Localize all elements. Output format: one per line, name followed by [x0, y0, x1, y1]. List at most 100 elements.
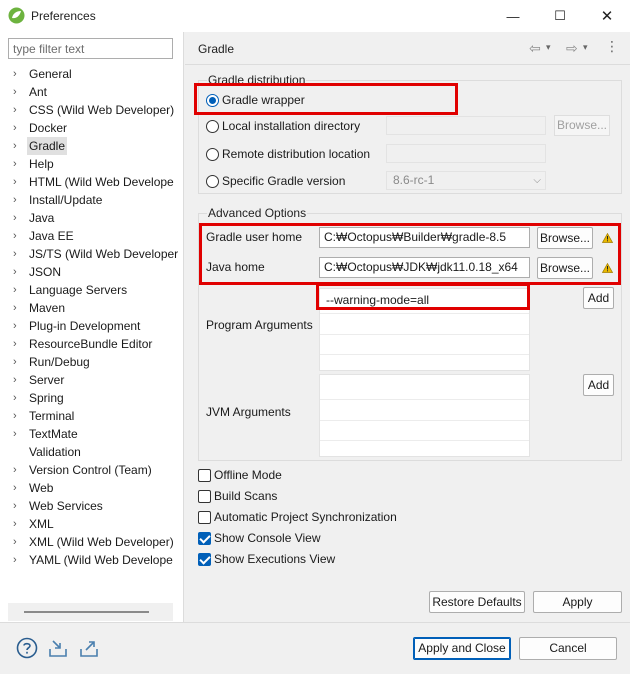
chevron-right-icon[interactable]: › — [13, 551, 23, 569]
export-icon[interactable] — [78, 637, 100, 659]
chevron-right-icon[interactable]: › — [13, 137, 23, 155]
tree-item[interactable]: › Gradle — [0, 137, 184, 155]
tree-item[interactable]: › Run/Debug — [0, 353, 184, 371]
gradle-wrapper-radio[interactable]: Gradle wrapper — [206, 93, 305, 107]
radio-indicator[interactable] — [206, 93, 219, 107]
tree-item[interactable]: › Web — [0, 479, 184, 497]
checkbox-indicator[interactable] — [198, 510, 211, 524]
chevron-right-icon[interactable]: › — [13, 209, 23, 227]
java-home-field[interactable]: C:₩Octopus₩JDK₩jdk11.0.18_x64 — [319, 257, 530, 278]
tree-item[interactable]: Validation — [0, 443, 184, 461]
chevron-down-icon[interactable]: ⌵ — [533, 175, 541, 186]
tree-item[interactable]: › Java EE — [0, 227, 184, 245]
radio-indicator[interactable] — [206, 174, 219, 188]
tree-item[interactable]: › JSON — [0, 263, 184, 281]
tree-item[interactable]: › Version Control (Team) — [0, 461, 184, 479]
gradle-user-home-field[interactable]: C:₩Octopus₩Builder₩gradle-8.5 — [319, 227, 530, 248]
tree-item[interactable]: › TextMate — [0, 425, 184, 443]
chevron-right-icon[interactable]: › — [13, 245, 23, 263]
add-jvm-argument-button[interactable]: Add — [583, 374, 614, 396]
chevron-right-icon[interactable]: › — [13, 155, 23, 173]
chevron-right-icon[interactable]: › — [13, 479, 23, 497]
local-browse-button[interactable]: Browse... — [554, 115, 610, 136]
import-icon[interactable] — [47, 637, 69, 659]
chevron-right-icon[interactable]: › — [13, 533, 23, 551]
filter-input[interactable] — [8, 38, 173, 59]
tree-item[interactable]: › Maven — [0, 299, 184, 317]
chevron-right-icon[interactable]: › — [13, 263, 23, 281]
tree-item[interactable]: › YAML (Wild Web Develope — [0, 551, 184, 569]
java-home-browse-button[interactable]: Browse... — [537, 257, 593, 279]
chevron-right-icon[interactable]: › — [13, 425, 23, 443]
checkbox-indicator[interactable] — [198, 468, 211, 482]
remote-distribution-radio[interactable]: Remote distribution location — [206, 147, 370, 161]
help-icon[interactable] — [16, 637, 38, 659]
scrollbar-thumb[interactable] — [24, 611, 149, 613]
show-console-checkbox[interactable]: Show Console View — [198, 531, 321, 545]
back-dropdown-icon[interactable]: ▾ — [546, 42, 551, 53]
view-menu-icon[interactable]: ⋮ — [605, 39, 619, 53]
chevron-right-icon[interactable]: › — [13, 497, 23, 515]
show-executions-checkbox[interactable]: Show Executions View — [198, 552, 335, 566]
tree-item[interactable]: › Spring — [0, 389, 184, 407]
chevron-right-icon[interactable]: › — [13, 317, 23, 335]
chevron-right-icon[interactable]: › — [13, 227, 23, 245]
chevron-right-icon[interactable]: › — [13, 83, 23, 101]
chevron-right-icon[interactable]: › — [13, 281, 23, 299]
tree-item[interactable]: › XML — [0, 515, 184, 533]
restore-defaults-button[interactable]: Restore Defaults — [429, 591, 525, 613]
chevron-right-icon[interactable]: › — [13, 191, 23, 209]
offline-mode-checkbox[interactable]: Offline Mode — [198, 468, 282, 482]
tree-horizontal-scrollbar[interactable] — [8, 603, 173, 621]
tree-item[interactable]: › ResourceBundle Editor — [0, 335, 184, 353]
tree-item[interactable]: › Language Servers — [0, 281, 184, 299]
tree-item[interactable]: › Java — [0, 209, 184, 227]
specific-version-radio[interactable]: Specific Gradle version — [206, 174, 345, 188]
auto-sync-checkbox[interactable]: Automatic Project Synchronization — [198, 510, 397, 524]
local-installation-radio[interactable]: Local installation directory — [206, 119, 360, 133]
chevron-right-icon[interactable]: › — [13, 299, 23, 317]
local-installation-field[interactable] — [386, 116, 546, 135]
program-argument-item[interactable]: --warning-mode=all — [326, 293, 429, 307]
chevron-right-icon[interactable]: › — [13, 353, 23, 371]
tree-item[interactable]: › General — [0, 65, 184, 83]
tree-item[interactable]: › Help — [0, 155, 184, 173]
minimize-button[interactable]: — — [490, 0, 536, 32]
tree-item[interactable]: › Ant — [0, 83, 184, 101]
gradle-version-select[interactable]: 8.6-rc-1 ⌵ — [386, 171, 546, 190]
chevron-right-icon[interactable]: › — [13, 461, 23, 479]
radio-indicator[interactable] — [206, 119, 219, 133]
jvm-arguments-list[interactable] — [319, 374, 530, 457]
cancel-button[interactable]: Cancel — [519, 637, 617, 660]
checkbox-indicator[interactable] — [198, 552, 211, 566]
maximize-button[interactable]: ☐ — [537, 0, 583, 32]
back-arrow-icon[interactable]: ⇦ — [529, 40, 541, 57]
tree-item[interactable]: › HTML (Wild Web Develope — [0, 173, 184, 191]
remote-distribution-field[interactable] — [386, 144, 546, 163]
forward-dropdown-icon[interactable]: ▾ — [583, 42, 588, 53]
chevron-right-icon[interactable]: › — [13, 407, 23, 425]
build-scans-checkbox[interactable]: Build Scans — [198, 489, 277, 503]
chevron-right-icon[interactable]: › — [13, 371, 23, 389]
tree-item[interactable]: › Install/Update — [0, 191, 184, 209]
apply-and-close-button[interactable]: Apply and Close — [413, 637, 511, 660]
tree-item[interactable]: › Web Services — [0, 497, 184, 515]
forward-arrow-icon[interactable]: ⇨ — [566, 40, 578, 57]
user-home-browse-button[interactable]: Browse... — [537, 227, 593, 249]
chevron-right-icon[interactable]: › — [13, 335, 23, 353]
tree-item[interactable]: › XML (Wild Web Developer) — [0, 533, 184, 551]
apply-button[interactable]: Apply — [533, 591, 622, 613]
radio-indicator[interactable] — [206, 147, 219, 161]
add-program-argument-button[interactable]: Add — [583, 287, 614, 309]
tree-item[interactable]: › Plug-in Development — [0, 317, 184, 335]
program-arguments-list[interactable]: --warning-mode=all — [319, 288, 530, 371]
chevron-right-icon[interactable]: › — [13, 389, 23, 407]
chevron-right-icon[interactable]: › — [13, 101, 23, 119]
chevron-right-icon[interactable]: › — [13, 65, 23, 83]
tree-item[interactable]: › JS/TS (Wild Web Developer — [0, 245, 184, 263]
chevron-right-icon[interactable]: › — [13, 515, 23, 533]
checkbox-indicator[interactable] — [198, 489, 211, 503]
chevron-right-icon[interactable]: › — [13, 173, 23, 191]
tree-item[interactable]: › Terminal — [0, 407, 184, 425]
tree-item[interactable]: › Server — [0, 371, 184, 389]
